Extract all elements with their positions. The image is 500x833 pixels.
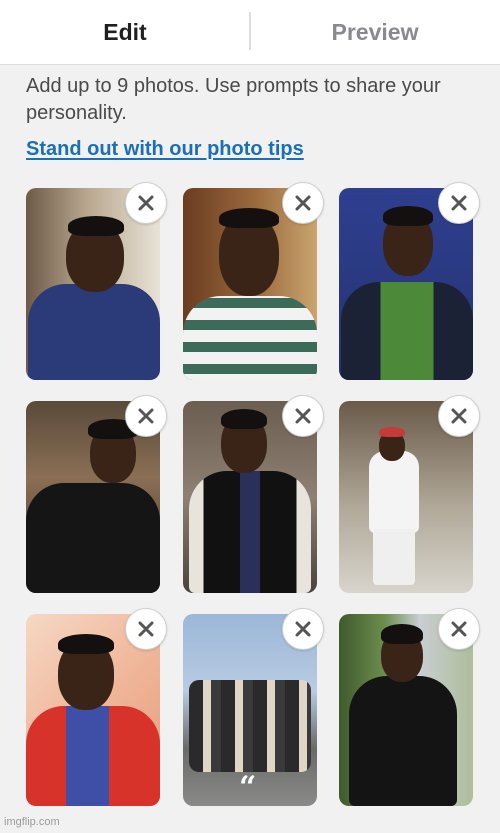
close-icon bbox=[451, 408, 467, 424]
remove-photo-1-button[interactable] bbox=[125, 182, 167, 224]
remove-photo-9-button[interactable] bbox=[438, 608, 480, 650]
close-icon bbox=[451, 195, 467, 211]
remove-photo-3-button[interactable] bbox=[438, 182, 480, 224]
remove-photo-2-button[interactable] bbox=[282, 182, 324, 224]
tab-edit[interactable]: Edit bbox=[0, 0, 250, 64]
remove-photo-4-button[interactable] bbox=[125, 395, 167, 437]
top-tab-bar: Edit Preview bbox=[0, 0, 500, 65]
photo-tips-link[interactable]: Stand out with our photo tips bbox=[26, 138, 304, 161]
quote-icon: “ bbox=[239, 770, 257, 805]
close-icon bbox=[295, 195, 311, 211]
close-icon bbox=[295, 621, 311, 637]
close-icon bbox=[138, 408, 154, 424]
tab-preview[interactable]: Preview bbox=[250, 0, 500, 64]
close-icon bbox=[138, 195, 154, 211]
instructions-text: Add up to 9 photos. Use prompts to share… bbox=[26, 75, 441, 124]
remove-photo-7-button[interactable] bbox=[125, 608, 167, 650]
remove-photo-6-button[interactable] bbox=[438, 395, 480, 437]
remove-photo-8-button[interactable] bbox=[282, 608, 324, 650]
close-icon bbox=[138, 621, 154, 637]
close-icon bbox=[295, 408, 311, 424]
remove-photo-5-button[interactable] bbox=[282, 395, 324, 437]
close-icon bbox=[451, 621, 467, 637]
watermark: imgflip.com bbox=[4, 816, 60, 828]
